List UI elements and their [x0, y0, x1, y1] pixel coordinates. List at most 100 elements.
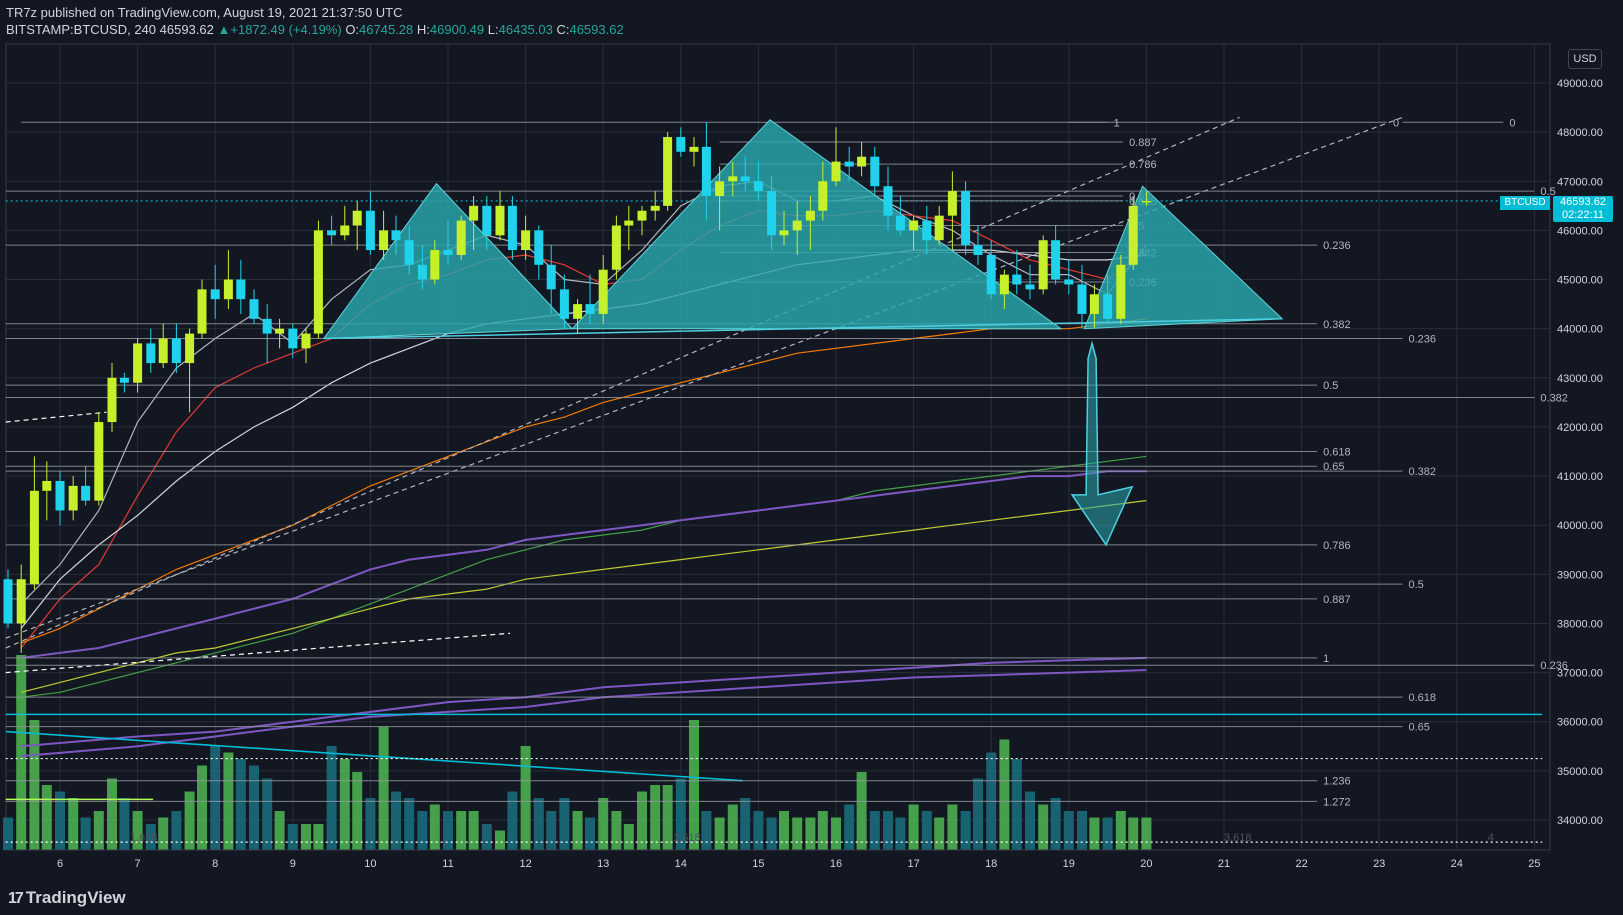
x-tick-label: 23: [1373, 858, 1385, 870]
fib-level-label: 0.65: [1408, 722, 1429, 734]
volume-bar: [895, 817, 906, 850]
fib-level-label: 0: [1509, 117, 1515, 129]
candle-body: [1025, 284, 1035, 290]
candle-body: [676, 137, 686, 152]
candle-body: [689, 146, 699, 152]
candle-body: [1012, 274, 1022, 285]
volume-bar: [1038, 804, 1049, 850]
volume-bar: [869, 811, 880, 850]
volume-bar: [468, 811, 479, 850]
tradingview-logo-icon: 17: [8, 890, 24, 907]
candle-body: [197, 289, 207, 334]
volume-bar: [249, 765, 259, 850]
y-tick-label: 38000.00: [1557, 618, 1603, 630]
price-chart[interactable]: 0 0 1 0.887 0.786 0.65 0.618 0.5 0.382 0.236 0.5 0.…: [0, 0, 1623, 880]
y-tick-label: 41000.00: [1557, 471, 1603, 483]
x-tick-label: 18: [985, 858, 997, 870]
y-tick-label: 46000.00: [1557, 225, 1603, 237]
volume-bar: [973, 778, 984, 850]
x-tick-label: 12: [519, 858, 531, 870]
candle-body: [1089, 294, 1099, 314]
x-tick-label: 16: [830, 858, 842, 870]
trendline: [5, 411, 107, 423]
fib-level-label: 0.382: [1323, 319, 1351, 331]
candle-body: [94, 422, 104, 501]
fib-level-label: 0.5: [1323, 380, 1338, 392]
candle-body: [611, 225, 621, 270]
candle-body: [534, 230, 544, 265]
candle-body: [986, 254, 996, 295]
fib-level-label: 0.236: [1323, 240, 1351, 252]
currency-badge[interactable]: USD: [1568, 49, 1602, 69]
fib-level-label: 0.887: [1129, 137, 1157, 149]
candle-body: [857, 156, 867, 167]
candle-body: [909, 220, 919, 231]
volume-bar: [1102, 817, 1113, 850]
volume-bar: [313, 824, 324, 850]
candle-body: [701, 146, 711, 197]
candle-body: [999, 274, 1009, 295]
right-shoulder: [1083, 185, 1284, 330]
candle-body: [1038, 240, 1048, 290]
y-tick-label: 42000.00: [1557, 422, 1603, 434]
x-tick-label: 11: [442, 858, 453, 870]
volume-bar: [701, 811, 712, 850]
volume-bar: [1089, 817, 1100, 850]
candle-body: [947, 191, 957, 216]
projection-arrow[interactable]: [1070, 340, 1134, 547]
candle-body: [1103, 294, 1113, 319]
candle-body: [81, 485, 91, 501]
candle-body: [1051, 240, 1061, 280]
candle-body: [1116, 264, 1126, 319]
volume-bar: [934, 817, 945, 850]
x-tick-label: 6: [57, 858, 63, 870]
fib-level-label: 0: [1393, 117, 1399, 129]
volume-bar: [443, 811, 453, 850]
tradingview-logo[interactable]: 17 TradingView: [8, 888, 126, 908]
fib-level-label: 0.618: [1323, 447, 1351, 459]
candle-body: [171, 338, 181, 364]
x-tick-label: 13: [597, 858, 609, 870]
candle-body: [327, 230, 337, 236]
volume-bar: [999, 739, 1010, 850]
candle-body: [365, 210, 375, 251]
candle-body: [767, 191, 777, 236]
moving-average-line: [21, 656, 1147, 748]
volume-bar: [792, 817, 803, 850]
candle-body: [158, 338, 168, 364]
volume-bar: [921, 811, 932, 850]
current-price-value: 46593.62: [1560, 196, 1606, 208]
candle-body: [391, 230, 401, 241]
head-and-shoulders-pattern[interactable]: [322, 119, 1284, 340]
candle-body: [430, 250, 440, 280]
candle-body: [637, 210, 647, 221]
volume-bar: [1011, 759, 1022, 850]
volume-bar: [662, 785, 673, 850]
y-tick-label: 40000.00: [1557, 520, 1603, 532]
candle-body: [922, 220, 932, 241]
volume-bar: [1025, 791, 1035, 850]
candle-body: [663, 137, 673, 206]
volume-bar: [1063, 811, 1074, 850]
volume-bar: [106, 778, 117, 850]
volume-bar: [727, 804, 738, 850]
candle-body: [1064, 279, 1074, 285]
candle-body: [507, 205, 517, 251]
fib-extension-label: 1.618: [673, 832, 701, 844]
candle-body: [895, 215, 905, 231]
volume-bar: [856, 772, 867, 850]
volume-bar: [805, 817, 816, 850]
y-tick-label: 39000.00: [1557, 569, 1603, 581]
volume-bar: [1115, 811, 1126, 850]
y-tick-label: 47000.00: [1557, 176, 1603, 188]
x-tick-label: 21: [1218, 858, 1230, 870]
x-tick-label: 8: [212, 858, 218, 870]
fib-level-label: 0.5: [1408, 579, 1423, 591]
x-tick-label: 10: [364, 858, 376, 870]
candle-body: [1128, 205, 1138, 265]
candle-body: [417, 264, 427, 280]
volume-bar: [235, 759, 246, 850]
candle-body: [521, 230, 531, 251]
footer: [0, 880, 1623, 915]
x-tick-label: 7: [135, 858, 141, 870]
